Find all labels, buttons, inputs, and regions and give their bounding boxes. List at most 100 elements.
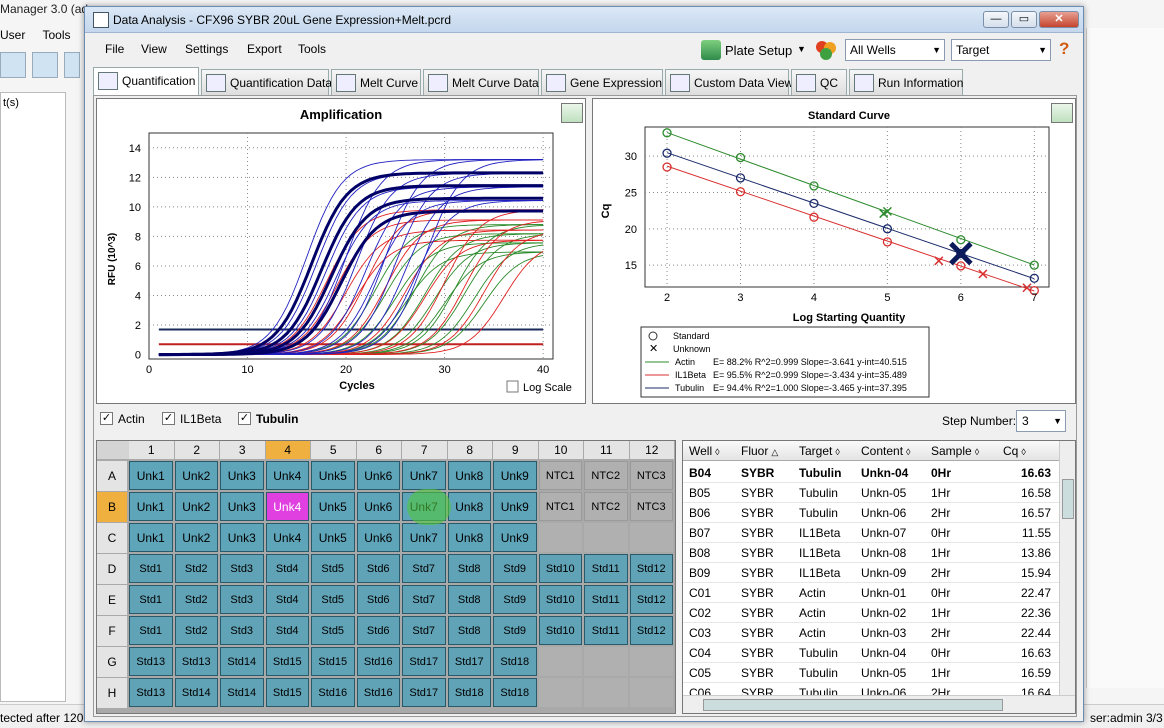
plate-well[interactable]: Std12 xyxy=(629,585,673,614)
plate-column-header[interactable]: 12 xyxy=(629,441,674,459)
plate-well[interactable]: Unk9 xyxy=(493,492,537,521)
plate-row-header[interactable]: B xyxy=(97,492,127,522)
plate-well[interactable]: Std2 xyxy=(174,554,218,583)
plate-setup-button[interactable]: Plate Setup ▼ xyxy=(697,39,807,61)
menu-file[interactable]: File xyxy=(105,42,124,56)
plate-well[interactable]: Unk5 xyxy=(311,523,355,552)
plate-well[interactable]: Std16 xyxy=(356,647,400,676)
plate-well[interactable]: Std13 xyxy=(129,678,173,707)
table-row[interactable]: B09 SYBR IL1Beta Unkn-09 2Hr 15.94 xyxy=(683,563,1059,583)
table-row[interactable]: C02 SYBR Actin Unkn-02 1Hr 22.36 xyxy=(683,603,1059,623)
plate-well[interactable]: Unk6 xyxy=(356,523,400,552)
plate-well[interactable]: Std12 xyxy=(629,554,673,583)
plate-well[interactable]: Unk5 xyxy=(311,492,355,521)
plate-well[interactable]: Std4 xyxy=(265,616,309,645)
plate-well[interactable] xyxy=(584,647,628,676)
plate-row-header[interactable]: D xyxy=(97,554,127,584)
table-row[interactable]: B07 SYBR IL1Beta Unkn-07 0Hr 11.55 xyxy=(683,523,1059,543)
plate-well[interactable]: Std6 xyxy=(356,616,400,645)
plate-well[interactable]: Std6 xyxy=(356,554,400,583)
plate-well[interactable]: Unk8 xyxy=(447,523,491,552)
table-row[interactable]: B06 SYBR Tubulin Unkn-06 2Hr 16.57 xyxy=(683,503,1059,523)
plate-well[interactable]: Unk2 xyxy=(174,523,218,552)
plate-well[interactable]: Std10 xyxy=(538,585,582,614)
window-titlebar[interactable]: Data Analysis - CFX96 SYBR 20uL Gene Exp… xyxy=(85,7,1083,33)
plate-well[interactable]: Unk9 xyxy=(493,523,537,552)
plate-well[interactable]: Std8 xyxy=(447,585,491,614)
plate-well[interactable]: Std2 xyxy=(174,585,218,614)
plate-well[interactable]: Std7 xyxy=(402,554,446,583)
plate-well[interactable]: Unk3 xyxy=(220,461,264,490)
menu-export[interactable]: Export xyxy=(247,42,282,56)
plate-well[interactable]: Std16 xyxy=(311,678,355,707)
plate-well[interactable]: Std1 xyxy=(129,616,173,645)
plate-well[interactable]: Std15 xyxy=(265,678,309,707)
plate-well[interactable]: Std15 xyxy=(311,647,355,676)
actin-checkbox[interactable]: ✓ xyxy=(100,412,113,425)
plate-well[interactable]: Std5 xyxy=(311,616,355,645)
background-menu-tools[interactable]: Tools xyxy=(42,28,70,42)
tab-quantification[interactable]: Quantification xyxy=(93,67,199,95)
plate-well[interactable]: Std10 xyxy=(538,616,582,645)
column-header[interactable]: Target ◊ xyxy=(799,444,840,458)
column-header[interactable]: Content ◊ xyxy=(861,444,910,458)
plate-column-header[interactable]: 3 xyxy=(220,441,265,459)
table-row[interactable]: C03 SYBR Actin Unkn-03 2Hr 22.44 xyxy=(683,623,1059,643)
plate-well[interactable]: Std12 xyxy=(629,616,673,645)
tubulin-checkbox[interactable]: ✓ xyxy=(238,412,251,425)
plate-well[interactable]: Std8 xyxy=(447,554,491,583)
log-scale-checkbox[interactable] xyxy=(506,380,519,393)
table-row[interactable]: B04 SYBR Tubulin Unkn-04 0Hr 16.63 xyxy=(683,463,1059,483)
group-by-dropdown[interactable]: Target ▼ xyxy=(951,39,1051,61)
plate-well[interactable]: Std18 xyxy=(493,647,537,676)
table-row[interactable]: C01 SYBR Actin Unkn-01 0Hr 22.47 xyxy=(683,583,1059,603)
plate-well[interactable]: Unk1 xyxy=(129,523,173,552)
scroll-thumb[interactable] xyxy=(1062,479,1074,519)
background-plate-icon[interactable] xyxy=(32,52,58,78)
plate-well[interactable]: NTC2 xyxy=(584,492,628,521)
plate-well[interactable]: Std15 xyxy=(265,647,309,676)
plate-well[interactable]: Std17 xyxy=(402,678,446,707)
plate-well[interactable]: Unk4 xyxy=(265,492,309,521)
horizontal-scrollbar[interactable] xyxy=(683,695,1075,713)
menu-settings[interactable]: Settings xyxy=(185,42,228,56)
plate-well[interactable]: Std3 xyxy=(220,616,264,645)
plate-well[interactable]: Unk1 xyxy=(129,461,173,490)
plate-well[interactable]: Unk3 xyxy=(220,492,264,521)
plate-well[interactable]: NTC3 xyxy=(629,461,673,490)
plate-column-header[interactable]: 6 xyxy=(356,441,401,459)
plate-well[interactable]: Std8 xyxy=(447,616,491,645)
plate-well[interactable]: NTC3 xyxy=(629,492,673,521)
plate-well[interactable]: Unk2 xyxy=(174,461,218,490)
background-menu-user[interactable]: User xyxy=(0,28,25,42)
plate-well[interactable]: Std18 xyxy=(493,678,537,707)
column-header[interactable]: Well ◊ xyxy=(689,444,720,458)
plate-well[interactable]: Std3 xyxy=(220,585,264,614)
plate-row-header[interactable]: E xyxy=(97,585,127,615)
plate-column-header[interactable]: 10 xyxy=(538,441,583,459)
step-number-dropdown[interactable]: 3 ▼ xyxy=(1016,410,1066,432)
plate-well[interactable] xyxy=(629,523,673,552)
plate-well[interactable]: NTC1 xyxy=(538,461,582,490)
tab-qc[interactable]: QC xyxy=(791,69,847,95)
plate-well[interactable]: Std11 xyxy=(584,554,628,583)
column-header[interactable]: Sample ◊ xyxy=(931,444,979,458)
column-header[interactable]: Cq ◊ xyxy=(1003,444,1026,458)
plate-well[interactable]: Unk7 xyxy=(402,523,446,552)
plate-well[interactable]: Std14 xyxy=(220,678,264,707)
plate-column-header[interactable]: 7 xyxy=(402,441,447,459)
plate-well[interactable]: Std14 xyxy=(220,647,264,676)
plate-row-header[interactable]: H xyxy=(97,678,127,708)
plate-well[interactable]: Std1 xyxy=(129,554,173,583)
plate-well[interactable]: Unk6 xyxy=(356,461,400,490)
plate-well[interactable]: Std17 xyxy=(402,647,446,676)
plate-well[interactable] xyxy=(538,523,582,552)
column-header[interactable]: Fluor △ xyxy=(741,444,778,458)
scroll-thumb[interactable] xyxy=(703,699,1003,711)
plate-well[interactable]: Std4 xyxy=(265,585,309,614)
plate-well[interactable]: Unk7 xyxy=(402,461,446,490)
well-group-icon[interactable] xyxy=(813,39,839,61)
plate-well[interactable] xyxy=(538,678,582,707)
tab-melt-curve[interactable]: Melt Curve xyxy=(331,69,421,95)
plate-well[interactable]: Std7 xyxy=(402,616,446,645)
